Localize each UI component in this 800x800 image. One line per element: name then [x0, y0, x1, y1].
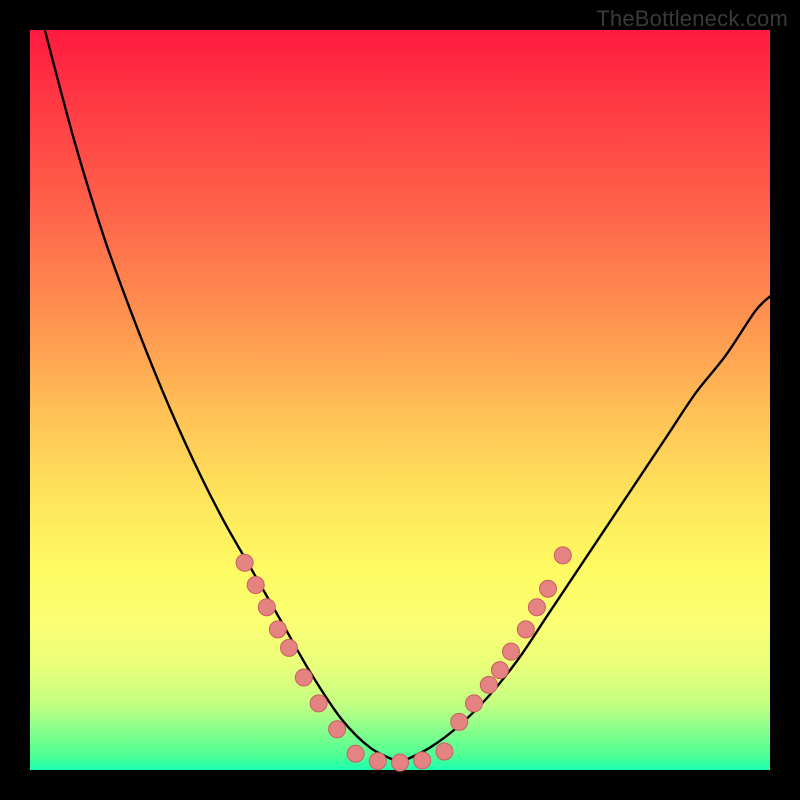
data-marker [347, 745, 364, 762]
outer-frame: TheBottleneck.com [0, 0, 800, 800]
data-marker [329, 721, 346, 738]
data-marker [517, 621, 534, 638]
data-marker [281, 639, 298, 656]
data-marker [295, 669, 312, 686]
curve-right-arm [400, 296, 770, 762]
chart-svg [30, 30, 770, 770]
data-marker [480, 676, 497, 693]
data-marker [466, 695, 483, 712]
data-marker [554, 547, 571, 564]
data-marker [414, 752, 431, 769]
watermark-text: TheBottleneck.com [596, 6, 788, 32]
data-marker [392, 754, 409, 771]
data-marker [369, 753, 386, 770]
data-marker [310, 695, 327, 712]
data-marker [269, 621, 286, 638]
marker-layer [236, 547, 571, 771]
data-marker [503, 643, 520, 660]
data-marker [451, 713, 468, 730]
data-marker [436, 743, 453, 760]
data-marker [258, 599, 275, 616]
data-marker [528, 599, 545, 616]
data-marker [540, 580, 557, 597]
curve-layer [45, 30, 770, 763]
data-marker [491, 662, 508, 679]
data-marker [247, 577, 264, 594]
data-marker [236, 554, 253, 571]
curve-left-arm [45, 30, 400, 763]
